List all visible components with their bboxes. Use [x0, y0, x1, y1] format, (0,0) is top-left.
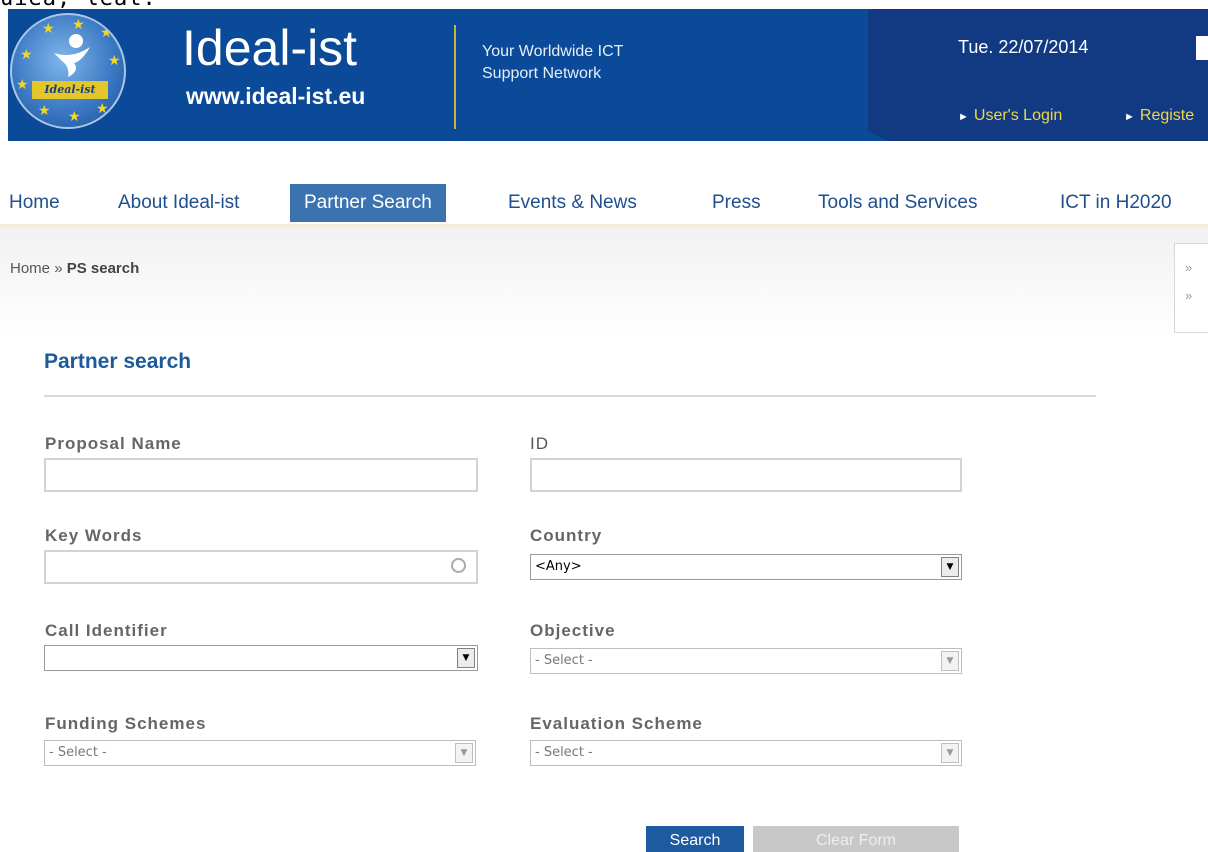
star-icon: ★ [108, 52, 121, 68]
breadcrumb-home[interactable]: Home [10, 260, 50, 277]
nav-item-home[interactable]: Home [9, 184, 60, 222]
breadcrumb-separator: » [54, 260, 63, 277]
evaluation-scheme-label: Evaluation Scheme [530, 714, 703, 733]
chevron-right-icon: ► [1124, 111, 1135, 123]
current-date: Tue. 22/07/2014 [958, 37, 1089, 57]
form-divider [44, 395, 1096, 397]
user-login-link[interactable]: ► User's Login [958, 107, 1062, 125]
breadcrumb: Home » PS search [10, 260, 139, 277]
dropdown-arrow-icon[interactable]: ▼ [941, 557, 959, 577]
star-icon: ★ [20, 46, 33, 62]
dropdown-arrow-icon[interactable]: ▼ [941, 651, 959, 671]
objective-label: Objective [530, 621, 616, 640]
breadcrumb-area [0, 227, 1208, 337]
star-icon: ★ [100, 24, 113, 40]
chevron-right-icon[interactable]: » [1185, 288, 1192, 303]
funding-schemes-label: Funding Schemes [45, 714, 207, 733]
breadcrumb-current: PS search [66, 260, 140, 277]
star-icon: ★ [16, 76, 29, 92]
site-tagline: Your Worldwide ICT Support Network [482, 41, 702, 85]
funding-schemes-select-value: - Select - [49, 745, 107, 760]
funding-schemes-select[interactable]: - Select - ▼ [44, 740, 476, 766]
nav-item-partner-search[interactable]: Partner Search [290, 184, 446, 222]
header-divider [454, 25, 456, 129]
id-input[interactable] [530, 458, 962, 492]
logo-band-text: Ideal-ist [32, 81, 108, 99]
call-identifier-select[interactable]: ▼ [44, 645, 478, 671]
register-link[interactable]: ► Registe [1124, 107, 1194, 125]
key-words-label: Key Words [45, 526, 143, 545]
proposal-name-label: Proposal Name [45, 434, 182, 453]
country-label: Country [530, 526, 603, 545]
register-label: Registe [1139, 107, 1195, 124]
evaluation-scheme-select[interactable]: - Select - ▼ [530, 740, 962, 766]
evaluation-scheme-select-value: - Select - [535, 745, 593, 760]
nav-item-events-news[interactable]: Events & News [508, 184, 637, 222]
country-select[interactable]: <Any> ▼ [530, 554, 962, 580]
call-identifier-label: Call Identifier [45, 621, 168, 640]
dropdown-arrow-icon[interactable]: ▼ [457, 648, 475, 668]
chevron-right-icon: ► [958, 111, 969, 123]
star-icon: ★ [72, 16, 85, 32]
dropdown-arrow-icon[interactable]: ▼ [455, 743, 473, 763]
side-panel: » » [1174, 243, 1208, 333]
clear-form-button[interactable]: Clear Form [753, 826, 959, 852]
nav-item-tools-services[interactable]: Tools and Services [818, 184, 977, 222]
id-label: ID [530, 434, 549, 453]
user-login-label: User's Login [973, 107, 1063, 124]
tagline-line2: Support Network [482, 65, 602, 82]
dropdown-arrow-icon[interactable]: ▼ [941, 743, 959, 763]
objective-select[interactable]: - Select - ▼ [530, 648, 962, 674]
nav-item-about[interactable]: About Ideal-ist [118, 184, 239, 222]
star-icon: ★ [38, 102, 51, 118]
site-url[interactable]: www.ideal-ist.eu [186, 83, 365, 110]
objective-select-value: - Select - [535, 653, 593, 668]
chevron-right-icon[interactable]: » [1185, 260, 1192, 275]
search-button[interactable]: Search [646, 826, 744, 852]
header-widget-box [1196, 36, 1208, 60]
key-words-input[interactable] [44, 550, 478, 584]
autocomplete-indicator-icon [451, 558, 466, 573]
tagline-line1: Your Worldwide ICT [482, 43, 624, 60]
site-brand[interactable]: Ideal-ist [182, 21, 357, 75]
nav-item-ict-h2020[interactable]: ICT in H2020 [1060, 184, 1172, 222]
proposal-name-input[interactable] [44, 458, 478, 492]
star-icon: ★ [96, 100, 109, 116]
country-select-value: <Any> [535, 559, 582, 574]
form-title: Partner search [44, 350, 192, 373]
ideal-ist-logo[interactable]: ★ ★ ★ ★ ★ ★ ★ ★ ★ Ideal-ist [10, 13, 126, 129]
nav-item-press[interactable]: Press [712, 184, 761, 222]
star-icon: ★ [68, 108, 81, 124]
person-figure-icon [54, 34, 90, 77]
